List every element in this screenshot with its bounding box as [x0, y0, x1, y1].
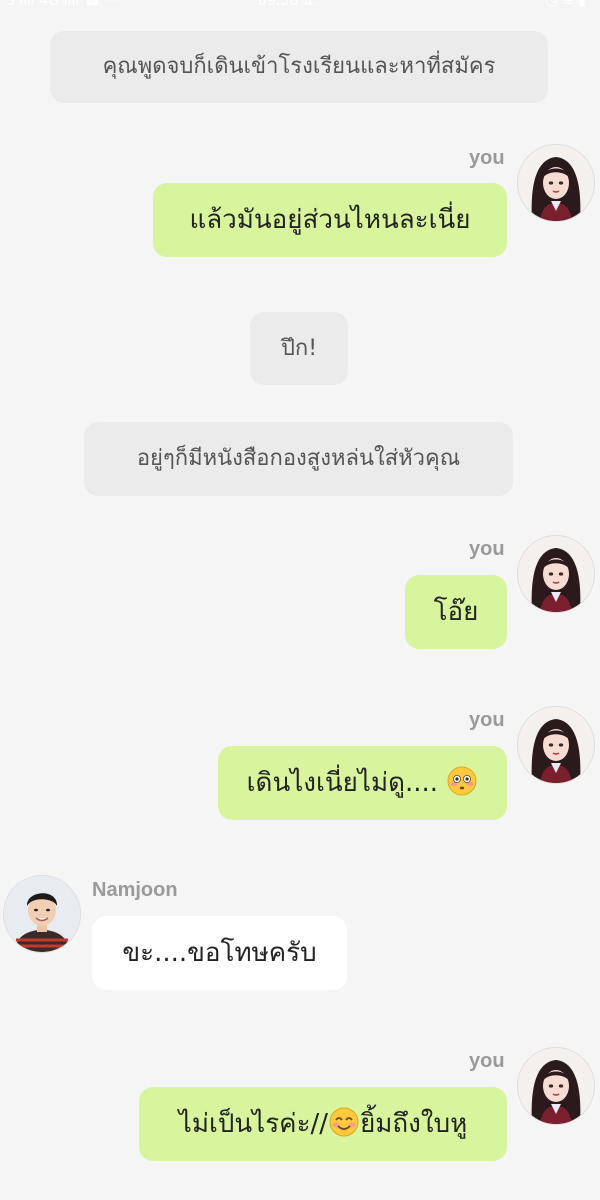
user-avatar[interactable] — [518, 145, 594, 221]
message-text: ยิ้มถึงใบหู — [360, 1109, 468, 1139]
my-message-bubble[interactable]: เดินไงเนี่ยไม่ดู.... — [218, 746, 507, 820]
girl-avatar-icon — [518, 536, 594, 612]
my-message-bubble[interactable]: ไม่เป็นไรค่ะ// ยิ้มถึงใบหู — [139, 1087, 507, 1161]
message-text: ไม่เป็นไรค่ะ// — [178, 1109, 329, 1139]
clock: 09:58 น. — [258, 0, 317, 9]
sender-label: you — [469, 147, 505, 169]
girl-avatar-icon — [518, 707, 594, 783]
narration-message: ปึก! — [250, 312, 348, 385]
my-message-bubble[interactable]: แล้วมันอยู่ส่วนไหนละเนี่ย — [153, 183, 507, 257]
user-avatar[interactable] — [518, 707, 594, 783]
boy-avatar-icon — [4, 876, 80, 952]
user-avatar[interactable] — [518, 536, 594, 612]
narration-message: อยู่ๆก็มีหนังสือกองสูงหล่นใส่หัวคุณ — [84, 422, 513, 496]
flushed-face-emoji — [447, 766, 477, 795]
sender-label: you — [469, 709, 505, 731]
sender-label: Namjoon — [92, 879, 178, 901]
their-message-bubble[interactable]: ขะ....ขอโทษครับ — [92, 916, 347, 990]
my-message-bubble[interactable]: โอ๊ย — [405, 575, 507, 649]
sender-label: you — [469, 1050, 505, 1072]
signal-status: 3 ıııl 4G ıııl ☎ ··· — [6, 0, 119, 9]
sender-label: you — [469, 538, 505, 560]
status-bar: 3 ıııl 4G ıııl ☎ ··· 09:58 น. ◷ ≋ ▮ — [0, 0, 600, 14]
girl-avatar-icon — [518, 145, 594, 221]
message-text: เดินไงเนี่ยไม่ดู.... — [246, 768, 439, 798]
system-icons: ◷ ≋ ▮ — [545, 0, 586, 9]
girl-avatar-icon — [518, 1048, 594, 1124]
user-avatar[interactable] — [518, 1048, 594, 1124]
narration-message: คุณพูดจบก็เดินเข้าโรงเรียนและหาที่สมัคร — [50, 31, 548, 103]
namjoon-avatar[interactable] — [4, 876, 80, 952]
smiling-face-emoji — [329, 1107, 359, 1136]
